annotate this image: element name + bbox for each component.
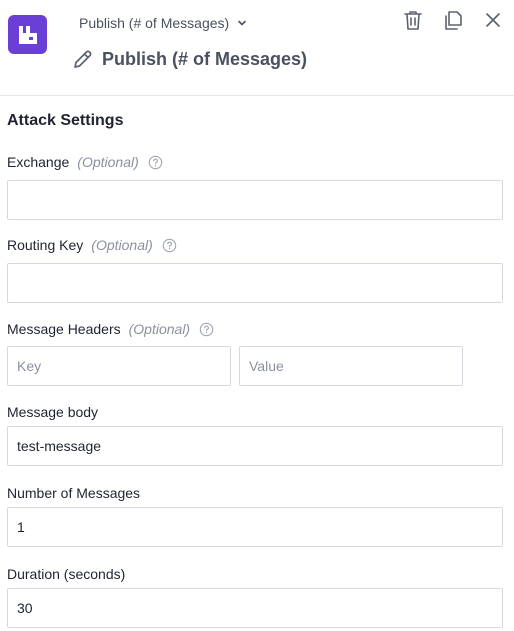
rabbitmq-logo-icon: [18, 25, 37, 44]
routing-key-input[interactable]: [7, 263, 503, 303]
close-icon: [486, 13, 500, 27]
routing-key-optional-tag: (Optional): [91, 237, 153, 253]
exchange-label: Exchange (Optional): [7, 153, 503, 171]
header-key-input[interactable]: [7, 346, 231, 386]
number-of-messages-input[interactable]: [7, 507, 503, 547]
help-icon[interactable]: [162, 238, 177, 253]
duration-input[interactable]: [7, 588, 503, 628]
message-headers-label-text: Message Headers: [7, 321, 121, 337]
question-circle-icon: [199, 322, 214, 336]
exchange-label-text: Exchange: [7, 154, 70, 170]
copy-icon: [445, 11, 462, 30]
section-title: Attack Settings: [7, 112, 124, 129]
close-button[interactable]: [478, 7, 508, 33]
duplicate-button[interactable]: [438, 7, 468, 33]
number-of-messages-label: Number of Messages: [7, 485, 141, 501]
routing-key-label: Routing Key (Optional): [7, 236, 503, 254]
message-headers-label: Message Headers (Optional): [7, 320, 503, 338]
pencil-icon: [74, 50, 92, 68]
message-headers-row: [7, 346, 503, 386]
message-headers-optional-tag: (Optional): [128, 321, 191, 337]
header-value-input[interactable]: [239, 346, 463, 386]
chevron-down-icon: [238, 20, 246, 26]
routing-key-label-text: Routing Key: [7, 237, 84, 253]
step-type-label: Publish (# of Messages): [79, 15, 230, 31]
exchange-optional-tag: (Optional): [77, 154, 139, 170]
message-body-label: Message body: [7, 404, 99, 420]
delete-button[interactable]: [398, 7, 428, 33]
exchange-input[interactable]: [7, 180, 503, 220]
step-type-selector[interactable]: Publish (# of Messages): [79, 14, 247, 32]
duration-label: Duration (seconds): [7, 566, 126, 582]
help-icon[interactable]: [148, 155, 163, 170]
app-logo: [8, 15, 47, 54]
editable-title[interactable]: Publish (# of Messages): [72, 46, 307, 72]
attack-settings-form: Attack Settings Exchange (Optional) Rout…: [0, 112, 514, 628]
question-circle-icon: [162, 238, 176, 252]
help-icon[interactable]: [199, 322, 214, 337]
trash-icon: [404, 11, 422, 30]
message-body-input[interactable]: [7, 426, 503, 466]
step-title: Publish (# of Messages): [102, 48, 308, 69]
header: Publish (# of Messages) Publish (# of Me…: [0, 0, 514, 96]
question-circle-icon: [148, 155, 162, 169]
